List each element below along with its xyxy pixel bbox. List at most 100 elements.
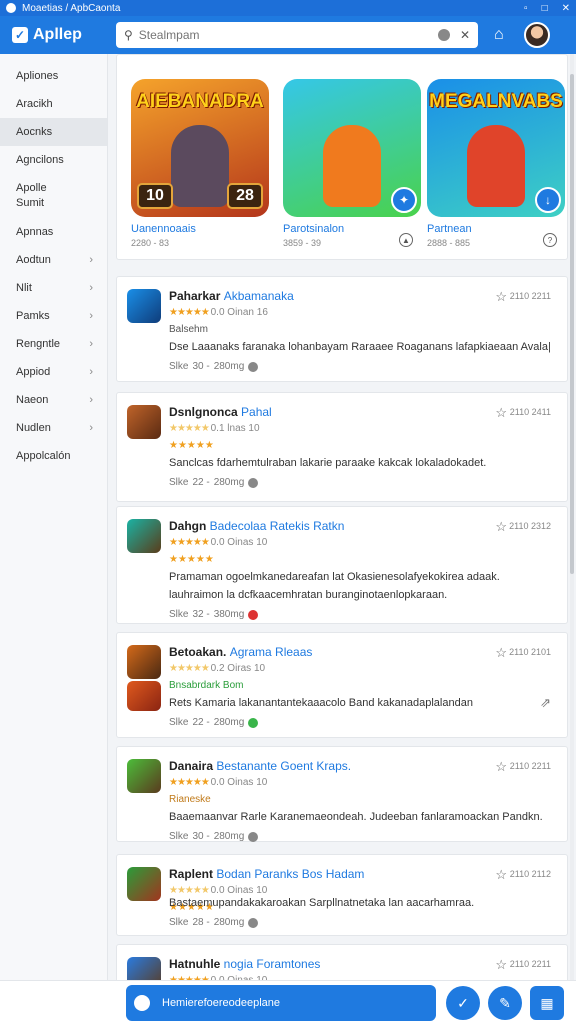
clear-search-icon[interactable]: ✕ [460, 28, 470, 42]
scrollbar-thumb[interactable] [570, 74, 574, 574]
sidebar-item[interactable]: Appolcalón [0, 442, 107, 470]
secondary-rating-stars: ★★★★★ [169, 440, 214, 451]
note-action-button[interactable]: ✎ [488, 986, 522, 1020]
featured-art-title: MEGALNVABS [429, 91, 563, 112]
app-icon[interactable] [127, 867, 161, 901]
sidebar-item[interactable]: Aodtun › [0, 246, 107, 274]
rating-text: 0.0 Oinas 10 [210, 537, 268, 548]
bottom-bar: Hemierefoereodeeplane ✓ ✎ ▦ [0, 980, 576, 1024]
sidebar-item[interactable]: Apliones [0, 62, 107, 90]
sidebar-item-label: Rengntle [16, 338, 61, 350]
sidebar-item[interactable]: Appiod › [0, 358, 107, 386]
app-name: Hatnuhle [169, 957, 224, 971]
app-publisher: Agrama Rleaas [229, 645, 313, 659]
share-icon[interactable]: ⇗ [540, 695, 551, 711]
mic-icon[interactable] [437, 29, 450, 41]
app-size: 280mg [213, 917, 245, 928]
search-input[interactable] [138, 28, 438, 42]
featured-app-card[interactable]: ✦ Parotsinalon 3859 - 39 ▲ [283, 79, 421, 248]
secondary-app-icon[interactable] [127, 681, 161, 711]
minimize-icon[interactable]: ▫ [524, 3, 528, 14]
brand-name: Apllep [33, 26, 82, 43]
featured-action-icon[interactable]: ↓ [535, 187, 561, 213]
home-icon[interactable]: ⌂ [494, 26, 504, 44]
app-icon[interactable] [127, 645, 161, 679]
sidebar-item[interactable]: Nlit › [0, 274, 107, 302]
check-action-button[interactable]: ✓ [446, 986, 480, 1020]
featured-app-art[interactable]: MEGALNVABS ↓ [427, 79, 565, 217]
app-rating: ★★★★★ 0.1 lnas 10 [169, 423, 260, 434]
app-meta: Slke 22 -280mg [169, 477, 259, 488]
featured-app-art[interactable]: ✦ [283, 79, 421, 217]
app-size: 280mg [213, 361, 245, 372]
app-icon[interactable] [127, 289, 161, 323]
sidebar-item[interactable]: Naeon › [0, 386, 107, 414]
sidebar-item-label: Apolle Sumit [16, 182, 47, 209]
maximize-icon[interactable]: □ [542, 3, 548, 14]
app-list-item[interactable]: Danaira Bestanante Goent Kraps. ☆ 2110 221… [116, 746, 568, 842]
app-title[interactable]: Betoakan. Agrama Rleaas [169, 645, 312, 659]
status-dot-icon [248, 609, 259, 620]
rating-stars: ★★★★★ [169, 307, 211, 318]
app-date: 2110 2112 [509, 869, 551, 879]
sidebar-list: Apliones Aracikh Aocnks Agncilons Apolle Sum… [0, 54, 107, 470]
favorite-star-icon[interactable]: ☆ [495, 957, 507, 973]
app-name: Dahgn [169, 519, 210, 533]
sidebar-item[interactable]: Rengntle › [0, 330, 107, 358]
close-icon[interactable]: ✕ [562, 3, 570, 14]
grid-menu-button[interactable]: ▦ [530, 986, 564, 1020]
app-icon[interactable] [127, 957, 161, 980]
app-title[interactable]: Paharkar Akbamanaka [169, 289, 294, 303]
app-date: 2110 2211 [509, 959, 551, 969]
featured-app-card[interactable]: AIEBANADRA 10 28 Uanennoaais 2280 - 83 [131, 79, 269, 248]
favorite-star-icon[interactable]: ☆ [495, 645, 507, 661]
app-list-item[interactable]: Dsnlgnonca Pahal ☆ 2110 2411 ★★★★★ 0.1 lnas… [116, 392, 568, 502]
favorite-star-icon[interactable]: ☆ [495, 759, 507, 775]
app-title[interactable]: Hatnuhle nogia Foramtones [169, 957, 320, 971]
featured-action-icon[interactable]: ✦ [391, 187, 417, 213]
app-list-item[interactable]: Paharkar Akbamanaka ☆ 2110 2211 ★★★★★ 0.0 O… [116, 276, 568, 382]
app-icon[interactable] [127, 519, 161, 553]
sidebar-item[interactable]: Apolle Sumit [0, 174, 107, 218]
chevron-right-icon: › [89, 422, 93, 434]
app-icon[interactable] [127, 759, 161, 793]
app-icon[interactable] [127, 405, 161, 439]
app-version: 22 - [192, 477, 210, 488]
featured-app-name: Partnean [427, 223, 472, 235]
scrollbar[interactable] [570, 54, 574, 980]
app-title[interactable]: Danaira Bestanante Goent Kraps. [169, 759, 351, 773]
app-title[interactable]: Dahgn Badecolaa Ratekis Ratkn [169, 519, 344, 533]
sidebar-item[interactable]: Agncilons [0, 146, 107, 174]
featured-app-art[interactable]: AIEBANADRA 10 28 [131, 79, 269, 217]
app-title[interactable]: Dsnlgnonca Pahal [169, 405, 272, 419]
app-list-item[interactable]: Betoakan. Agrama Rleaas ☆ 2110 2101 ★★★★★ 0… [116, 632, 568, 738]
bottom-action-pill[interactable]: Hemierefoereodeeplane [126, 985, 436, 1021]
favorite-star-icon[interactable]: ☆ [495, 867, 507, 883]
level-badge-right: 28 [227, 183, 263, 209]
app-list-item[interactable]: Dahgn Badecolaa Ratekis Ratkn ☆ 2110 2312 ★… [116, 506, 568, 624]
featured-character-image [323, 125, 381, 207]
favorite-star-icon[interactable]: ☆ [495, 519, 507, 535]
app-name: Paharkar [169, 289, 224, 303]
sidebar-item[interactable]: Aracikh [0, 90, 107, 118]
info-icon[interactable]: ? [543, 233, 557, 247]
bookmark-icon[interactable]: ▲ [399, 233, 413, 247]
featured-app-card[interactable]: MEGALNVABS ↓ Partnean 2888 - 885? [427, 79, 565, 248]
brand[interactable]: ✓ Apllep [12, 26, 116, 44]
app-list-item[interactable]: Raplent Bodan Paranks Bos Hadam ☆ 2110 211… [116, 854, 568, 936]
sidebar-item[interactable]: Nudlen › [0, 414, 107, 442]
app-size: 280mg [213, 477, 245, 488]
favorite-star-icon[interactable]: ☆ [495, 289, 507, 305]
sidebar-item-label: Aocnks [16, 126, 53, 138]
favorite-star-icon[interactable]: ☆ [495, 405, 507, 421]
app-title[interactable]: Raplent Bodan Paranks Bos Hadam [169, 867, 364, 881]
sidebar-item[interactable]: Apnnas [0, 218, 107, 246]
search-box[interactable]: ⚲ ✕ [116, 22, 478, 48]
app-list-item[interactable]: Hatnuhle nogia Foramtones☆2110 2211★★★★★… [116, 944, 568, 980]
rating-stars: ★★★★★ [169, 663, 211, 674]
featured-character-image [467, 125, 525, 207]
sidebar-item[interactable]: Aocnks [0, 118, 107, 146]
sidebar-item-label: Nudlen [16, 422, 51, 434]
avatar[interactable] [523, 22, 550, 48]
sidebar-item[interactable]: Pamks › [0, 302, 107, 330]
